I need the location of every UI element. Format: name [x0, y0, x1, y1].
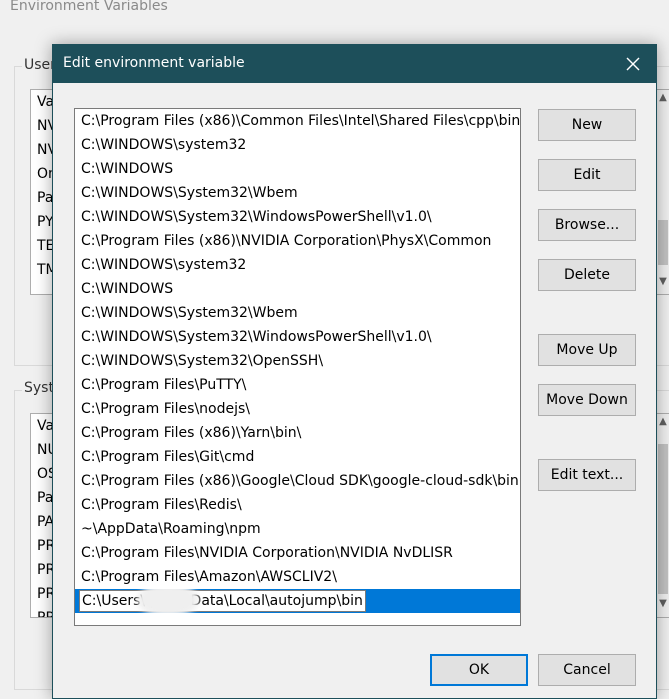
delete-button[interactable]: Delete [538, 259, 636, 291]
ok-button[interactable]: OK [430, 654, 528, 686]
close-icon [626, 57, 640, 71]
path-row[interactable]: C:\WINDOWS\system32 [75, 253, 520, 277]
path-row[interactable]: C:\Program Files\PuTTY\ [75, 373, 520, 397]
path-row[interactable]: C:\Program Files\Git\cmd [75, 445, 520, 469]
window-title: Environment Variables [10, 0, 168, 14]
path-row[interactable]: C:\Program Files\Amazon\AWSCLIV2\ [75, 565, 520, 589]
close-button[interactable] [618, 49, 648, 79]
path-list[interactable]: C:\Program Files (x86)\Common Files\Inte… [74, 108, 521, 626]
system-list-scrollbar[interactable]: ▲ ▼ [655, 414, 669, 617]
path-row[interactable]: C:\WINDOWS\System32\Wbem [75, 181, 520, 205]
dialog-title: Edit environment variable [63, 55, 245, 71]
move-up-button[interactable]: Move Up [538, 334, 636, 366]
path-row[interactable]: C:\WINDOWS\System32\OpenSSH\ [75, 349, 520, 373]
path-row[interactable]: ~\AppData\Roaming\npm [75, 517, 520, 541]
path-row[interactable]: C:\WINDOWS\System32\Wbem [75, 301, 520, 325]
scroll-thumb[interactable] [658, 220, 668, 265]
path-row[interactable]: C:\Program Files (x86)\Google\Cloud SDK\… [75, 469, 520, 493]
path-row[interactable]: C:\WINDOWS\System32\WindowsPowerShell\v1… [75, 325, 520, 349]
scroll-up-arrow-icon[interactable]: ▲ [656, 416, 669, 427]
path-row[interactable]: C:\WINDOWS\System32\WindowsPowerShell\v1… [75, 205, 520, 229]
path-row[interactable]: C:\Program Files (x86)\Common Files\Inte… [75, 109, 520, 133]
path-row-editing[interactable]: C:\Users\ p\AppData\Local\autojump\bin [75, 589, 520, 613]
user-list-scrollbar[interactable]: ▲ ▼ [655, 90, 669, 294]
path-row[interactable]: C:\WINDOWS [75, 157, 520, 181]
edit-button[interactable]: Edit [538, 159, 636, 191]
scroll-up-arrow-icon[interactable]: ▲ [656, 92, 669, 103]
path-row[interactable]: C:\Program Files\nodejs\ [75, 397, 520, 421]
cancel-button[interactable]: Cancel [538, 654, 636, 686]
edit-environment-variable-dialog: Edit environment variable C:\Program Fil… [52, 44, 657, 699]
edit-text-button[interactable]: Edit text... [538, 459, 636, 491]
dialog-titlebar: Edit environment variable [53, 45, 656, 83]
browse-button[interactable]: Browse... [538, 209, 636, 241]
scroll-down-arrow-icon[interactable]: ▼ [656, 598, 669, 609]
scroll-thumb[interactable] [658, 444, 668, 594]
path-edit-input[interactable]: C:\Users\ p\AppData\Local\autojump\bin [79, 590, 366, 612]
path-row[interactable]: C:\Program Files\NVIDIA Corporation\NVID… [75, 541, 520, 565]
new-button[interactable]: New [538, 109, 636, 141]
move-down-button[interactable]: Move Down [538, 384, 636, 416]
path-row[interactable]: C:\WINDOWS [75, 277, 520, 301]
path-row[interactable]: C:\Program Files (x86)\NVIDIA Corporatio… [75, 229, 520, 253]
path-row[interactable]: C:\WINDOWS\system32 [75, 133, 520, 157]
scroll-down-arrow-icon[interactable]: ▼ [656, 276, 669, 287]
path-row[interactable]: C:\Program Files (x86)\Yarn\bin\ [75, 421, 520, 445]
path-row[interactable]: C:\Program Files\Redis\ [75, 493, 520, 517]
